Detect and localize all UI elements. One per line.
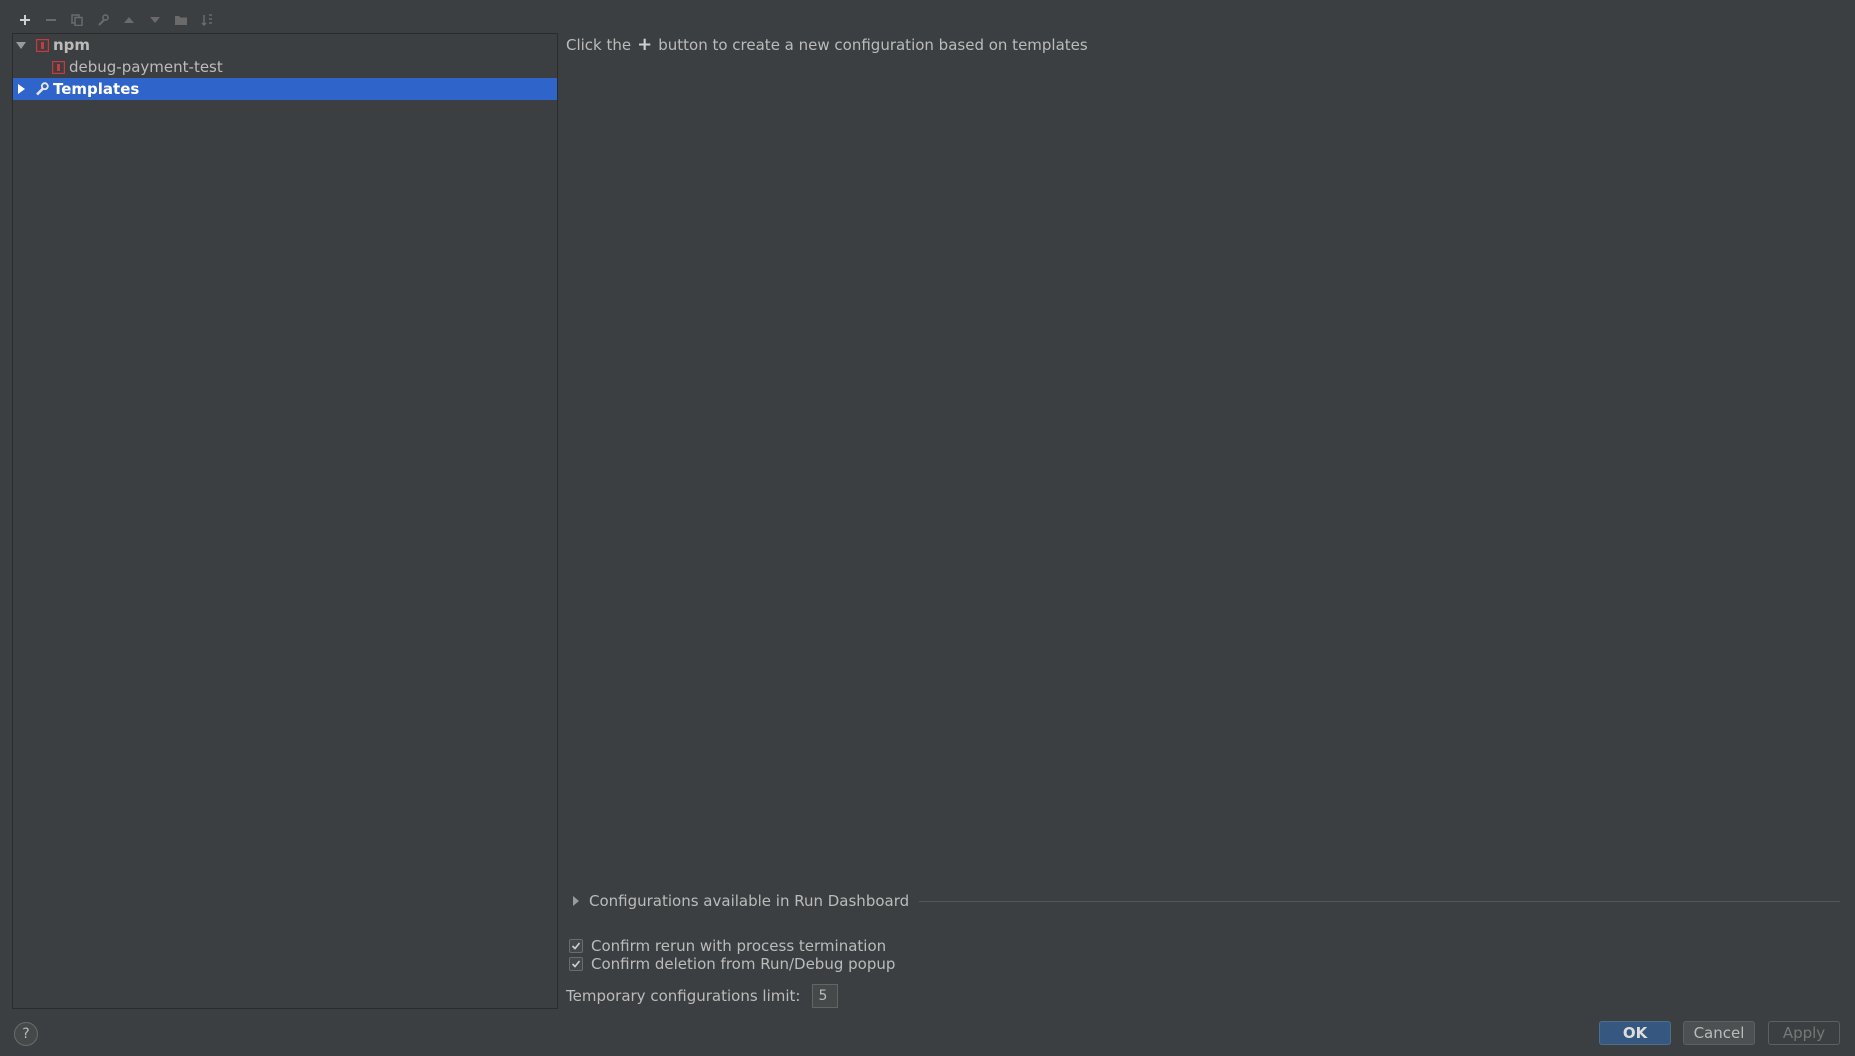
run-dashboard-section[interactable]: Configurations available in Run Dashboar…: [570, 890, 1840, 912]
plus-icon: +: [637, 34, 653, 55]
confirm-rerun-option[interactable]: Confirm rerun with process termination: [569, 936, 886, 956]
tree-item-label: debug-payment-test: [69, 58, 223, 76]
confirm-rerun-label[interactable]: Confirm rerun with process termination: [591, 937, 886, 955]
copy-button[interactable]: [64, 8, 90, 32]
sort-button[interactable]: [194, 8, 220, 32]
wrench-icon: [98, 14, 109, 26]
checkmark-icon: [571, 942, 581, 950]
question-icon: ?: [22, 1026, 30, 1042]
tree-item-npm[interactable]: npm: [13, 34, 557, 56]
empty-config-hint: Click the + button to create a new confi…: [566, 34, 1088, 55]
collapse-arrow-icon[interactable]: [15, 83, 27, 95]
folder-icon: [175, 16, 187, 25]
move-down-button[interactable]: [142, 8, 168, 32]
npm-icon: [35, 38, 49, 52]
move-up-button[interactable]: [116, 8, 142, 32]
tree-item-templates[interactable]: Templates: [13, 78, 557, 100]
move-up-icon: [124, 17, 134, 23]
tree-item-label: npm: [53, 36, 91, 54]
wrench-icon: [35, 82, 49, 96]
run-dashboard-title[interactable]: Configurations available in Run Dashboar…: [589, 892, 909, 910]
npm-icon: [51, 60, 65, 74]
section-divider: [919, 900, 1840, 902]
expand-arrow-icon[interactable]: [570, 895, 582, 907]
tree-item-debug-payment-test[interactable]: debug-payment-test: [13, 56, 557, 78]
toolbar: [12, 8, 220, 32]
move-down-icon: [150, 17, 160, 23]
confirm-deletion-label[interactable]: Confirm deletion from Run/Debug popup: [591, 955, 895, 973]
cancel-button[interactable]: Cancel: [1683, 1021, 1755, 1045]
add-icon: [20, 15, 30, 25]
confirm-deletion-option[interactable]: Confirm deletion from Run/Debug popup: [569, 954, 895, 974]
folder-button[interactable]: [168, 8, 194, 32]
temp-limit-input[interactable]: [812, 984, 839, 1008]
ok-button[interactable]: OK: [1599, 1021, 1671, 1045]
expand-arrow-icon[interactable]: [15, 39, 27, 51]
configuration-tree[interactable]: npm debug-payment-test Templates: [12, 33, 558, 1009]
edit-templates-button[interactable]: [90, 8, 116, 32]
apply-button[interactable]: Apply: [1768, 1021, 1840, 1045]
copy-icon: [71, 14, 83, 26]
add-button[interactable]: [12, 8, 38, 32]
remove-icon: [46, 19, 56, 21]
remove-button[interactable]: [38, 8, 64, 32]
confirm-rerun-checkbox[interactable]: [569, 939, 583, 953]
hint-text-before: Click the: [566, 36, 632, 54]
tree-item-label: Templates: [53, 80, 140, 98]
checkmark-icon: [571, 960, 581, 968]
temp-limit-row: Temporary configurations limit:: [566, 984, 839, 1008]
hint-text-after: button to create a new configuration bas…: [658, 36, 1088, 54]
temp-limit-label: Temporary configurations limit:: [566, 987, 801, 1005]
confirm-deletion-checkbox[interactable]: [569, 957, 583, 971]
help-button[interactable]: ?: [14, 1022, 38, 1046]
sort-icon: [201, 14, 212, 26]
